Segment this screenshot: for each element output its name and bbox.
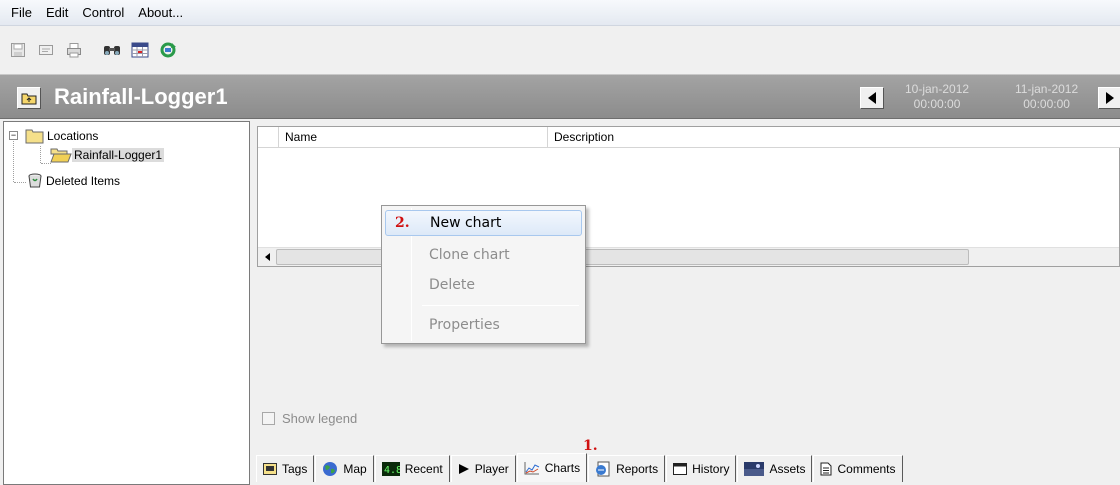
save-icon [11, 43, 25, 57]
assets-icon [744, 462, 765, 476]
arrow-right-icon [1106, 92, 1114, 104]
tab-label: Reports [616, 462, 659, 476]
tree-node-locations[interactable]: Locations [25, 128, 100, 144]
tab-history[interactable]: History [666, 455, 737, 482]
digital-display-icon: 4.8 [381, 462, 400, 476]
tree-node-label: Locations [47, 129, 99, 143]
tab-charts[interactable]: Charts [516, 453, 588, 482]
view-tabs: Tags Map 4.8 Recent Player Charts Report… [256, 453, 904, 482]
play-icon [458, 464, 469, 474]
properties-icon [39, 45, 53, 55]
print-button[interactable] [64, 40, 84, 60]
calendar-button[interactable] [130, 40, 150, 60]
list-selector-column [258, 127, 279, 147]
arrow-left-icon [868, 92, 876, 104]
date-from-time: 00:00:00 [913, 97, 961, 111]
chart-context-menu: 2. New chart Clone chart Delete Properti… [381, 205, 586, 344]
menu-item-label: Properties [429, 317, 500, 333]
tags-icon [263, 463, 277, 475]
date-from: 10-jan-2012 00:00:00 [905, 82, 969, 112]
properties-menu-item[interactable]: Properties [385, 312, 582, 338]
location-title: Rainfall-Logger1 [54, 84, 228, 109]
properties-button[interactable] [36, 40, 56, 60]
date-from-day: 10-jan-2012 [905, 82, 970, 96]
list-header: Name Description [258, 127, 1120, 148]
tab-map[interactable]: Map [315, 455, 374, 482]
tab-label: Comments [837, 462, 896, 476]
previous-period-button[interactable] [860, 87, 884, 109]
next-period-button[interactable] [1098, 87, 1120, 109]
tab-player[interactable]: Player [450, 455, 516, 482]
tab-label: Charts [544, 461, 581, 475]
scroll-thumb[interactable] [276, 249, 969, 265]
new-chart-menu-item[interactable]: 2. New chart [385, 210, 582, 236]
scroll-left-icon [264, 253, 270, 261]
date-to-day: 11-jan-2012 [1015, 82, 1079, 96]
tree-node-label: Deleted Items [46, 174, 121, 188]
refresh-button[interactable] [158, 40, 178, 60]
tree-node-rainfall-logger1[interactable]: Rainfall-Logger1 [50, 147, 165, 163]
step-marker-1: 1. [583, 438, 598, 454]
show-legend-checkbox[interactable] [262, 412, 275, 425]
tab-recent[interactable]: 4.8 Recent [374, 455, 450, 482]
folder-up-icon [21, 93, 37, 105]
print-icon [67, 43, 81, 58]
tab-label: Recent [404, 462, 443, 476]
history-icon [673, 463, 688, 475]
refresh-icon [160, 42, 176, 58]
tab-comments[interactable]: Comments [813, 455, 903, 482]
tab-tags[interactable]: Tags [256, 455, 315, 482]
tab-label: Player [474, 462, 509, 476]
find-button[interactable] [102, 40, 122, 60]
collapse-toggle[interactable]: − [9, 131, 18, 140]
step-marker-2: 2. [395, 215, 410, 231]
column-description[interactable]: Description [548, 127, 1119, 147]
menu-bar: File Edit Control About... [0, 0, 1120, 26]
open-folder-icon [50, 148, 72, 163]
menu-item-label: New chart [430, 215, 502, 231]
tree-node-label: Rainfall-Logger1 [72, 148, 165, 162]
menu-file[interactable]: File [4, 3, 39, 23]
parent-folder-button[interactable] [17, 87, 41, 109]
tab-reports[interactable]: Reports [588, 455, 666, 482]
find-icon [104, 46, 120, 55]
svg-text:4.8: 4.8 [384, 465, 400, 476]
location-header: Rainfall-Logger1 10-jan-2012 00:00:00 11… [0, 74, 1120, 119]
folder-icon [25, 129, 44, 144]
toolbar [0, 26, 1120, 74]
menu-separator [422, 305, 579, 306]
show-legend-option[interactable]: Show legend [262, 411, 357, 426]
date-to: 11-jan-2012 00:00:00 [1015, 82, 1078, 112]
tab-label: Assets [769, 462, 806, 476]
tab-label: Map [343, 462, 367, 476]
trash-icon [28, 173, 42, 188]
reports-icon [596, 461, 610, 477]
globe-icon [323, 462, 338, 476]
delete-menu-item[interactable]: Delete [385, 272, 582, 298]
tree-node-deleted-items[interactable]: Deleted Items [26, 173, 122, 189]
tab-assets[interactable]: Assets [737, 455, 813, 482]
menu-about[interactable]: About... [131, 3, 190, 23]
tab-label: Tags [282, 462, 308, 476]
chart-icon [524, 462, 539, 475]
date-to-time: 00:00:00 [1023, 97, 1070, 111]
document-icon [820, 462, 832, 476]
menu-control[interactable]: Control [75, 3, 131, 23]
column-name[interactable]: Name [279, 127, 548, 147]
menu-edit[interactable]: Edit [39, 3, 75, 23]
menu-item-label: Delete [429, 277, 475, 293]
tab-label: History [692, 462, 730, 476]
clone-chart-menu-item[interactable]: Clone chart [385, 242, 582, 268]
save-button[interactable] [8, 40, 28, 60]
scroll-left-button[interactable] [260, 249, 275, 265]
show-legend-label: Show legend [282, 411, 358, 426]
menu-item-label: Clone chart [429, 247, 510, 263]
calendar-icon [131, 42, 149, 58]
location-tree: − Locations Rainfall-Logger1 Deleted Ite… [3, 121, 250, 485]
